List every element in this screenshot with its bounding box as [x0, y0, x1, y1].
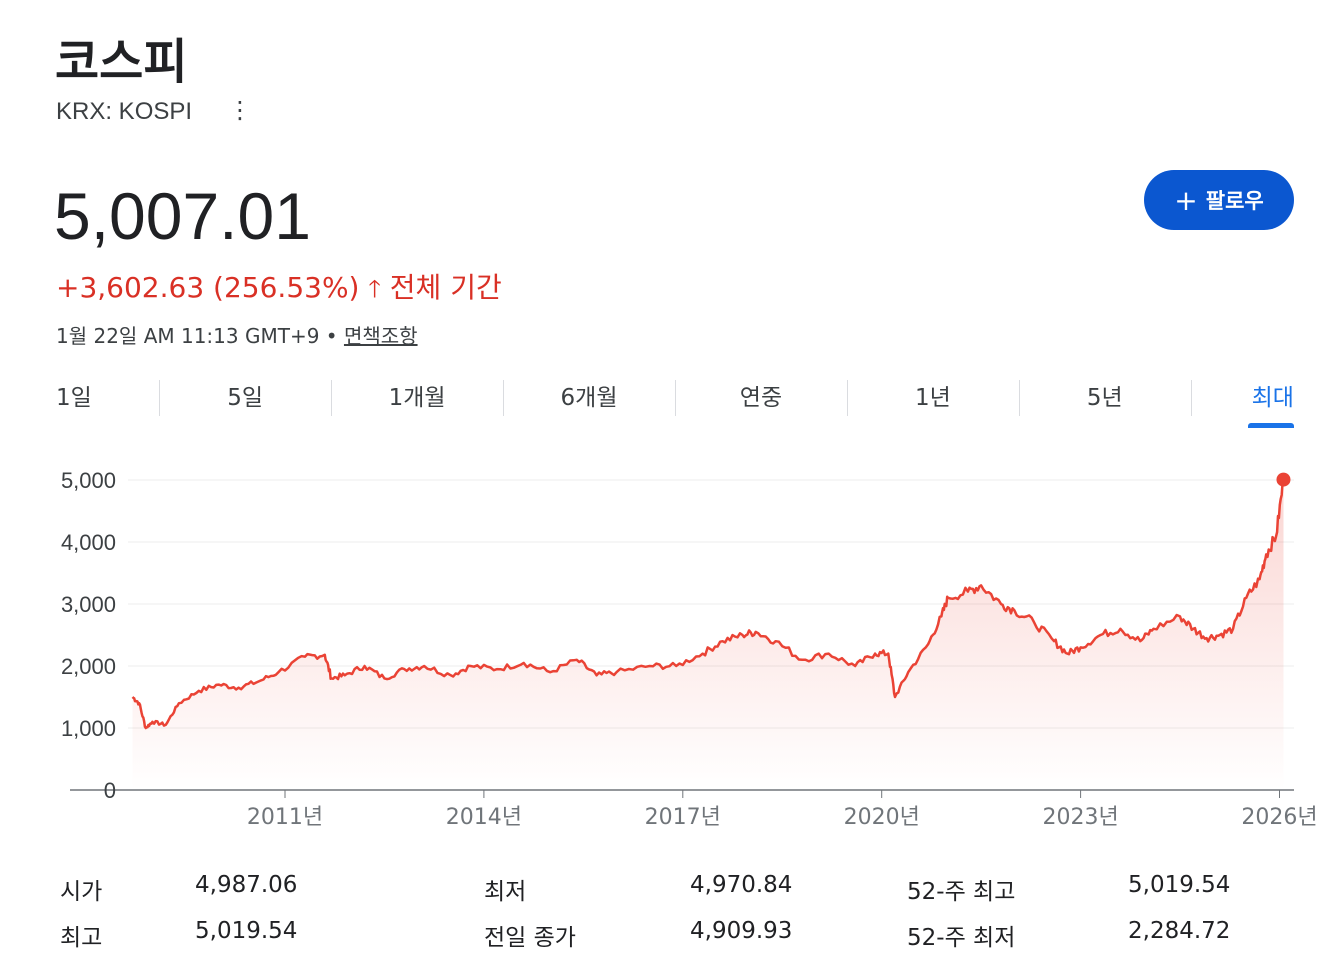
price-chart[interactable]: 0 1,000 2,000 3,000 4,000 5,000 2011년 2014년 2017… [0, 450, 1332, 850]
time-text: 1월 22일 AM 11:13 GMT+9 • [56, 324, 344, 348]
stat-low-value: 4,970.84 [690, 872, 793, 898]
change-value: +3,602.63 (256.53%) [56, 271, 360, 304]
stat-high-value: 5,019.54 [195, 918, 298, 944]
tab-6m[interactable]: 6개월 [503, 378, 675, 428]
stat-52w-high-label: 52-주 최고 [907, 879, 1016, 905]
current-price: 5,007.01 [54, 179, 311, 253]
tab-1m[interactable]: 1개월 [331, 378, 503, 428]
y-tick-label: 1,000 [61, 716, 116, 741]
price-change: +3,602.63 (256.53%) 🡑 전체 기간 [56, 266, 502, 313]
x-tick-label: 2026년 [1241, 805, 1317, 830]
arrow-up-icon: 🡑 [368, 275, 381, 303]
tab-ytd[interactable]: 연중 [674, 378, 847, 428]
follow-button[interactable]: + 팔로우 [1144, 170, 1294, 230]
chart-area-fill [132, 479, 1284, 790]
y-tick-label: 2,000 [61, 654, 116, 679]
ticker-symbol: KRX: KOSPI [56, 98, 193, 125]
y-tick-label: 0 [104, 778, 116, 803]
tab-max[interactable]: 최대 [1190, 378, 1295, 428]
x-tick-label: 2020년 [844, 805, 920, 830]
more-options-icon[interactable]: ⋮ [228, 96, 252, 125]
tab-1d[interactable]: 1일 [56, 378, 159, 428]
disclaimer-link[interactable]: 면책조항 [344, 324, 418, 348]
stat-prev-close-value: 4,909.93 [690, 918, 793, 944]
tab-5y[interactable]: 5년 [1018, 378, 1191, 428]
x-tick-label: 2014년 [446, 805, 522, 830]
x-tick-label: 2017년 [645, 805, 721, 830]
period-label: 전체 기간 [389, 271, 502, 304]
stat-high-label: 최고 [60, 925, 103, 951]
stat-52w-low-value: 2,284.72 [1128, 918, 1231, 944]
y-tick-label: 4,000 [61, 530, 116, 555]
stat-open-label: 시가 [60, 879, 103, 905]
stat-open-value: 4,987.06 [195, 872, 298, 898]
stat-low-label: 최저 [484, 879, 527, 905]
x-tick-label: 2023년 [1042, 805, 1118, 830]
timestamp: 1월 22일 AM 11:13 GMT+9 • 면책조항 [56, 320, 418, 349]
tab-5d[interactable]: 5일 [159, 378, 331, 428]
follow-label: 팔로우 [1205, 189, 1264, 213]
x-tick-label: 2011년 [247, 805, 323, 830]
tab-1y[interactable]: 1년 [846, 378, 1019, 428]
last-point-marker [1276, 472, 1291, 487]
stat-52w-high-value: 5,019.54 [1128, 872, 1231, 898]
range-tabs: 1일 5일 1개월 6개월 연중 1년 5년 최대 [56, 378, 1295, 428]
plus-icon: + [1174, 183, 1198, 217]
page-title: 코스피 [55, 34, 188, 90]
stat-52w-low-label: 52-주 최저 [907, 925, 1016, 951]
y-tick-label: 5,000 [61, 468, 116, 493]
y-tick-label: 3,000 [61, 592, 116, 617]
stat-prev-close-label: 전일 종가 [484, 925, 576, 951]
